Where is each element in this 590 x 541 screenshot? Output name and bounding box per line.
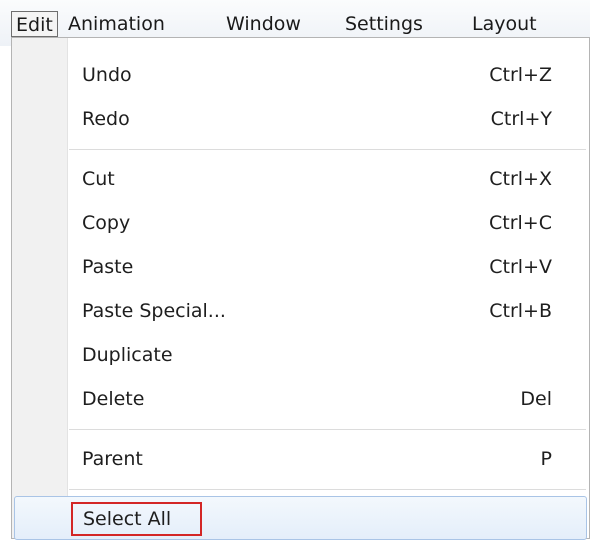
app-root: Edit Animation Window Settings Layout Un…	[0, 0, 590, 541]
menu-item-shortcut: P	[540, 448, 552, 470]
menu-item-redo[interactable]: Redo Ctrl+Y	[12, 97, 589, 141]
menu-item-label: Redo	[82, 108, 130, 130]
menu-item-label: Cut	[82, 168, 115, 190]
menu-item-undo[interactable]: Undo Ctrl+Z	[12, 53, 589, 97]
menu-item-shortcut: Ctrl+V	[489, 256, 552, 278]
menu-settings[interactable]: Settings	[345, 11, 423, 37]
menu-item-label: Copy	[82, 212, 131, 234]
menu-item-shortcut: Del	[520, 388, 552, 410]
menu-item-paste-special[interactable]: Paste Special... Ctrl+B	[12, 289, 589, 333]
menu-item-shortcut: Ctrl+B	[489, 300, 552, 322]
menu-item-label: Paste	[82, 256, 134, 278]
menu-item-shortcut: Ctrl+X	[489, 168, 552, 190]
menu-item-shortcut: Ctrl+C	[489, 212, 552, 234]
menu-item-label: Select All	[83, 508, 172, 530]
menu-item-label: Undo	[82, 64, 132, 86]
menu-item-label: Parent	[82, 448, 143, 470]
menu-layout[interactable]: Layout	[472, 11, 537, 37]
menu-separator	[69, 149, 586, 151]
menu-item-parent[interactable]: Parent P	[12, 437, 589, 481]
menu-item-label: Duplicate	[82, 344, 173, 366]
menu-item-select-all[interactable]: Select All	[14, 496, 587, 540]
menu-item-copy[interactable]: Copy Ctrl+C	[12, 201, 589, 245]
menu-window[interactable]: Window	[226, 11, 301, 37]
menu-item-delete[interactable]: Delete Del	[12, 377, 589, 421]
menu-item-paste[interactable]: Paste Ctrl+V	[12, 245, 589, 289]
menu-item-shortcut: Ctrl+Y	[490, 108, 552, 130]
menu-item-cut[interactable]: Cut Ctrl+X	[12, 157, 589, 201]
menu-item-label: Paste Special...	[82, 300, 226, 322]
menu-item-duplicate[interactable]: Duplicate	[12, 333, 589, 377]
menu-animation[interactable]: Animation	[68, 11, 165, 37]
menu-separator	[69, 489, 586, 491]
menu-item-label: Delete	[82, 388, 145, 410]
menu-edit[interactable]: Edit	[11, 11, 58, 37]
menu-separator	[69, 429, 586, 431]
menu-item-shortcut: Ctrl+Z	[489, 64, 552, 86]
edit-dropdown-menu: Undo Ctrl+Z Redo Ctrl+Y Cut Ctrl+X Copy …	[11, 37, 590, 540]
